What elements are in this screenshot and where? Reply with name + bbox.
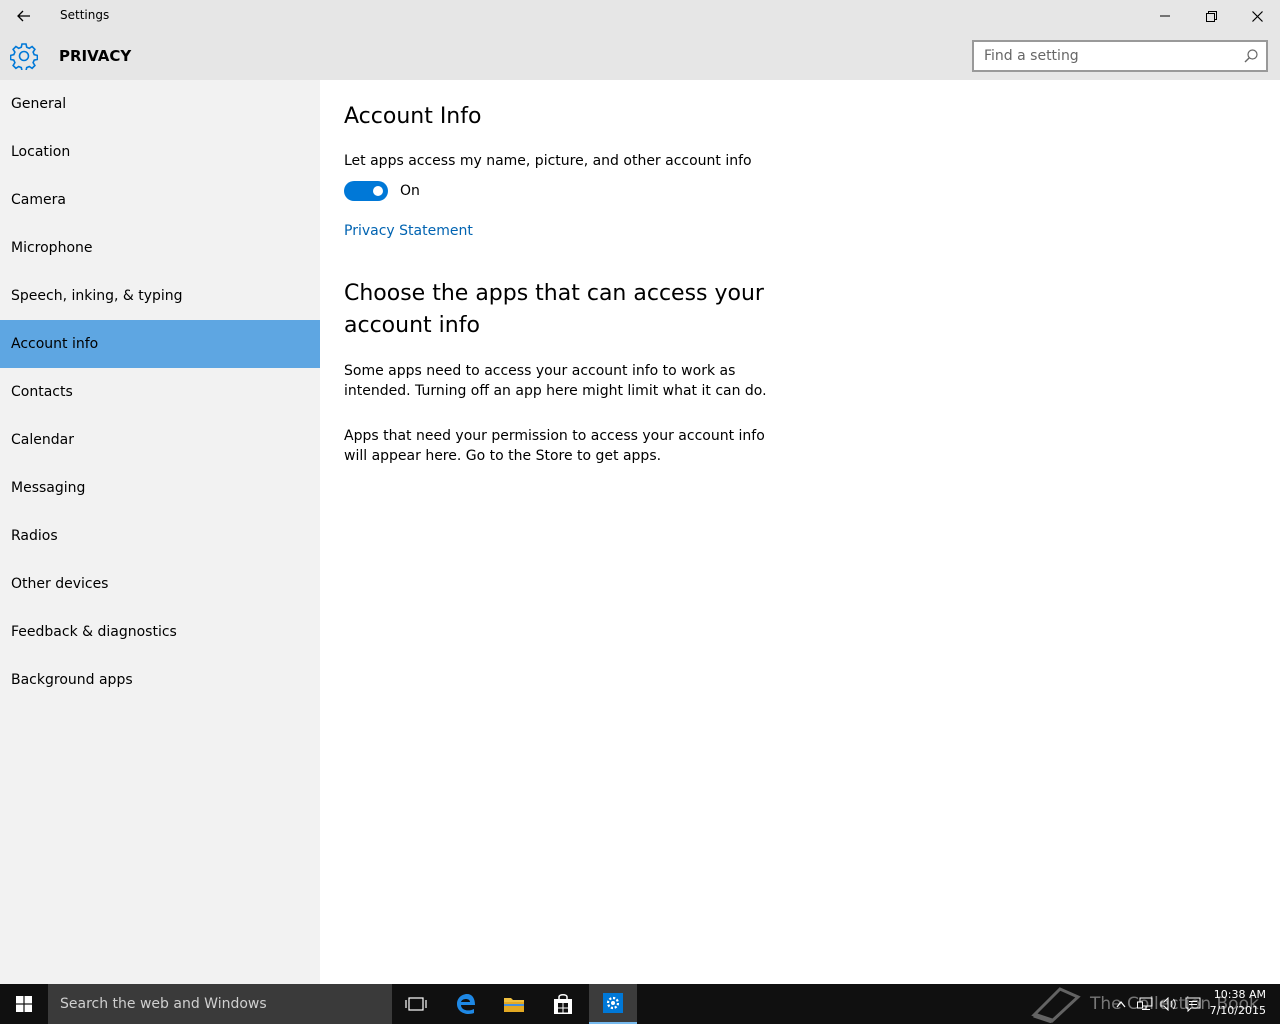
sidebar-item-calendar[interactable]: Calendar — [0, 416, 320, 464]
sidebar-item-radios[interactable]: Radios — [0, 512, 320, 560]
show-hidden-icons-button[interactable] — [1112, 984, 1130, 1024]
sidebar-item-microphone[interactable]: Microphone — [0, 224, 320, 272]
apps-description: Some apps need to access your account in… — [344, 363, 767, 399]
settings-taskbar-button[interactable] — [589, 984, 637, 1024]
apps-section-title: Choose the apps that can access your acc… — [344, 281, 764, 338]
back-arrow-icon — [17, 10, 30, 22]
back-button[interactable] — [0, 0, 48, 32]
sidebar-item-location[interactable]: Location — [0, 128, 320, 176]
task-view-icon — [405, 997, 427, 1011]
store-bag-icon — [554, 994, 572, 1014]
settings-header: PRIVACY — [0, 32, 1280, 80]
gear-icon — [10, 43, 38, 70]
volume-button[interactable] — [1158, 984, 1180, 1024]
sidebar-item-feedback[interactable]: Feedback & diagnostics — [0, 608, 320, 656]
task-view-button[interactable] — [392, 984, 440, 1024]
action-center-button[interactable] — [1182, 984, 1204, 1024]
edge-button[interactable] — [442, 984, 490, 1024]
sidebar-item-background-apps[interactable]: Background apps — [0, 656, 320, 704]
clock-date: 7/10/2015 — [1209, 1004, 1266, 1017]
edge-icon — [457, 994, 475, 1014]
restore-icon — [1205, 10, 1217, 22]
sidebar-item-other-devices[interactable]: Other devices — [0, 560, 320, 608]
search-input[interactable] — [974, 42, 1234, 70]
sidebar-item-messaging[interactable]: Messaging — [0, 464, 320, 512]
clock-time: 10:38 AM — [1213, 988, 1266, 1001]
toggle-label: Let apps access my name, picture, and ot… — [344, 153, 752, 169]
toggle-state-text: On — [400, 183, 420, 199]
close-icon — [1251, 10, 1263, 22]
close-button[interactable] — [1234, 0, 1280, 32]
sidebar-item-account-info[interactable]: Account info — [0, 320, 320, 368]
network-icon — [1137, 997, 1153, 1010]
volume-icon — [1160, 997, 1176, 1011]
settings-gear-icon — [603, 993, 623, 1013]
folder-icon — [504, 998, 524, 1012]
taskbar: Search the web and Windows The Collectio… — [0, 984, 1280, 1024]
taskbar-search-box[interactable]: Search the web and Windows — [48, 984, 392, 1024]
search-icon[interactable] — [1244, 49, 1258, 63]
toggle-knob — [373, 186, 383, 196]
find-setting-search[interactable] — [972, 40, 1268, 72]
minimize-button[interactable] — [1142, 0, 1188, 32]
file-explorer-button[interactable] — [490, 984, 538, 1024]
title-bar: Settings — [0, 0, 1280, 32]
sidebar-item-contacts[interactable]: Contacts — [0, 368, 320, 416]
sidebar-item-speech[interactable]: Speech, inking, & typing — [0, 272, 320, 320]
sidebar: General Location Camera Microphone Speec… — [0, 80, 320, 984]
sidebar-item-camera[interactable]: Camera — [0, 176, 320, 224]
restore-button[interactable] — [1188, 0, 1234, 32]
account-info-toggle[interactable] — [344, 181, 388, 201]
clock[interactable]: 10:38 AM 7/10/2015 — [1210, 987, 1266, 1019]
sidebar-item-general[interactable]: General — [0, 80, 320, 128]
window-title: Settings — [60, 8, 110, 22]
store-button[interactable] — [539, 984, 587, 1024]
section-title: Account Info — [344, 104, 482, 129]
privacy-statement-link[interactable]: Privacy Statement — [344, 223, 473, 239]
windows-logo-icon — [16, 996, 32, 1012]
apps-empty-message: Apps that need your permission to access… — [344, 428, 765, 464]
minimize-icon — [1160, 15, 1170, 17]
network-button[interactable] — [1134, 984, 1156, 1024]
start-button[interactable] — [0, 984, 48, 1024]
notifications-icon — [1185, 997, 1201, 1012]
chevron-up-icon — [1116, 1000, 1126, 1007]
page-title: PRIVACY — [59, 47, 132, 65]
book-icon — [1031, 987, 1081, 1023]
